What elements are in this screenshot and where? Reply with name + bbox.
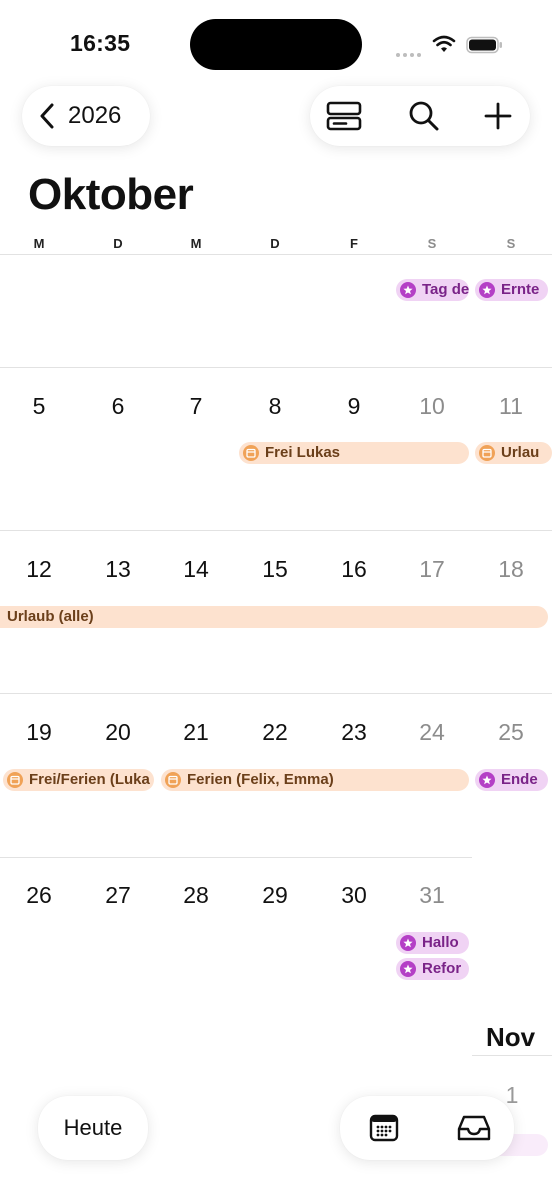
day-cell[interactable]: 30 [315,882,393,909]
star-icon [479,282,495,298]
weekday-sun: S [506,236,516,251]
event-chip[interactable]: Ende [475,769,548,791]
day-cell[interactable]: 14 [157,556,235,583]
event-title: Ende [501,771,538,788]
day-cell[interactable]: 11 [472,393,550,420]
event-chip[interactable]: Urlau [475,442,552,464]
header-divider [0,254,552,255]
wifi-icon [432,35,456,52]
week-divider [0,530,552,531]
weekday-thu: D [270,236,280,251]
cellular-signal-icon [396,44,424,57]
event-title: Urlaub (alle) [7,608,94,625]
event-title: Urlau [501,444,540,461]
year-label: 2026 [68,102,122,129]
day-cell[interactable]: 27 [79,882,157,909]
next-month-divider [472,1055,552,1056]
inbox-button[interactable] [444,1098,504,1158]
day-cell[interactable]: 6 [79,393,157,420]
list-view-icon [326,101,362,131]
day-cell[interactable]: 21 [157,719,235,746]
weekday-sat: S [427,236,437,251]
event-chip[interactable]: Urlaub (alle) [0,606,548,628]
event-chip[interactable]: Ernte [475,279,548,301]
event-title: Hallo [422,934,459,951]
day-cell[interactable]: 25 [472,719,550,746]
event-chip[interactable]: Tag de [396,279,469,301]
weekday-mon: M [33,236,45,251]
toolbar [310,86,530,146]
day-cell[interactable]: 9 [315,393,393,420]
day-cell[interactable]: 20 [79,719,157,746]
calendar-grid-icon [369,1114,399,1142]
next-month-label: Nov [486,1022,536,1052]
event-chip[interactable]: Frei/Ferien (Luka [3,769,154,791]
day-cell[interactable]: 10 [393,393,471,420]
back-to-year-button[interactable]: 2026 [22,86,150,146]
day-cell[interactable]: 5 [0,393,78,420]
event-title: Ferien (Felix, Emma) [187,771,334,788]
day-cell[interactable]: 28 [157,882,235,909]
event-title: Frei/Ferien (Luka [29,771,150,788]
day-cell[interactable]: 18 [472,556,550,583]
calendar-icon [7,772,23,788]
week-divider [0,367,552,368]
event-chip[interactable]: Frei Lukas [239,442,469,464]
weekday-tue: D [113,236,123,251]
star-icon [400,935,416,951]
day-cell[interactable]: 22 [236,719,314,746]
weekday-fri: F [350,236,358,251]
day-cell[interactable]: 15 [236,556,314,583]
today-button[interactable]: Heute [38,1096,148,1160]
dynamic-island [190,19,362,70]
day-cell[interactable]: 26 [0,882,78,909]
day-cell[interactable]: 31 [393,882,471,909]
day-cell[interactable]: 24 [393,719,471,746]
inbox-icon [457,1115,491,1141]
day-cell[interactable]: 29 [236,882,314,909]
day-cell[interactable]: 8 [236,393,314,420]
event-title: Tag de [422,281,469,298]
event-title: Refor [422,960,462,977]
battery-icon [466,36,502,54]
month-title: Oktober [28,170,194,219]
week-divider [0,693,552,694]
event-chip[interactable]: Ferien (Felix, Emma) [161,769,469,791]
day-cell[interactable]: 17 [393,556,471,583]
calendar-icon [243,445,259,461]
day-cell[interactable]: 13 [79,556,157,583]
status-time: 16:35 [70,30,131,56]
calendar-icon [479,445,495,461]
search-button[interactable] [394,86,454,146]
calendar-icon [165,772,181,788]
day-cell[interactable]: 23 [315,719,393,746]
event-title: Ernte [501,281,540,298]
bottom-toolbar [340,1096,514,1160]
search-icon [409,101,439,131]
star-icon [400,961,416,977]
view-mode-button[interactable] [314,86,374,146]
day-cell[interactable]: 19 [0,719,78,746]
star-icon [479,772,495,788]
event-title: Frei Lukas [265,444,341,461]
day-cell[interactable]: 7 [157,393,235,420]
chevron-left-icon [40,103,54,129]
plus-icon [484,102,512,130]
day-cell[interactable]: 16 [315,556,393,583]
weekday-wed: M [190,236,202,251]
day-cell[interactable]: 12 [0,556,78,583]
star-icon [400,282,416,298]
add-event-button[interactable] [468,86,528,146]
event-chip[interactable]: Refor [396,958,469,980]
week-divider [0,857,472,858]
event-chip[interactable]: Hallo [396,932,469,954]
calendars-button[interactable] [354,1098,414,1158]
